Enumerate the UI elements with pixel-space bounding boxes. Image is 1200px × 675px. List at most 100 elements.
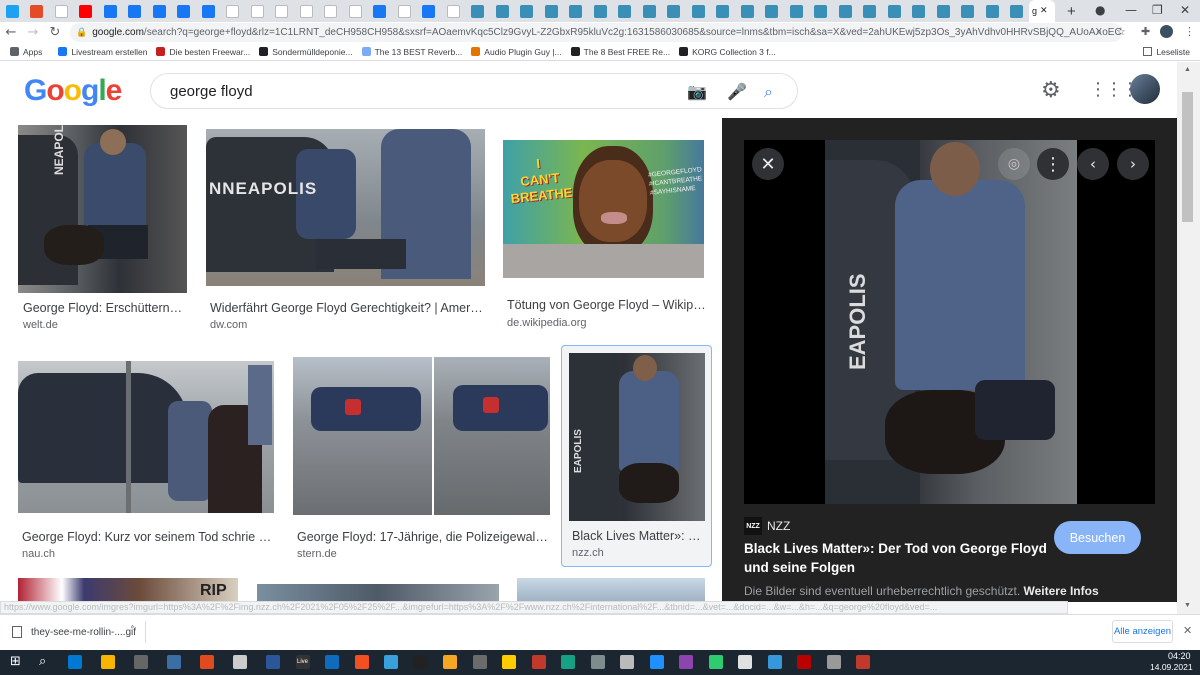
result-thumbnail[interactable]	[293, 357, 550, 515]
browser-tab[interactable]	[392, 0, 417, 22]
maximize-icon[interactable]: ❐	[1152, 3, 1163, 17]
browser-tab[interactable]	[564, 0, 589, 22]
result-thumbnail[interactable]	[18, 361, 274, 513]
more-options-icon[interactable]: ⋮	[1037, 148, 1069, 180]
preview-title[interactable]: Black Lives Matter»: Der Tod von George …	[744, 539, 1054, 577]
browser-tab[interactable]	[196, 0, 221, 22]
star-bookmark-icon[interactable]: ☆	[1116, 25, 1126, 38]
lens-search-icon[interactable]: ◎	[998, 148, 1030, 180]
clock[interactable]: 04:20	[1168, 651, 1191, 662]
browser-tab[interactable]	[441, 0, 466, 22]
bookmark-item[interactable]: The 13 BEST Reverb...	[361, 47, 462, 57]
result-card[interactable]: George Floyd: Kurz vor seinem Tod schrie…	[18, 361, 278, 561]
browser-tab[interactable]	[417, 0, 442, 22]
app-icon[interactable]	[502, 655, 516, 669]
browser-tab[interactable]	[760, 0, 785, 22]
browser-tab[interactable]	[49, 0, 74, 22]
result-card[interactable]	[257, 584, 499, 602]
app-icon[interactable]	[531, 655, 546, 669]
bookmark-item[interactable]: The 8 Best FREE Re...	[570, 47, 670, 57]
mail-icon[interactable]	[167, 655, 181, 669]
browser-tab[interactable]	[172, 0, 197, 22]
menu-dots-icon[interactable]: ⋮	[1184, 25, 1195, 38]
result-card[interactable]: George Floyd: 17-Jährige, die Polizeigew…	[293, 357, 553, 561]
chrome-icon[interactable]	[200, 655, 214, 669]
scrollbar-thumb[interactable]	[1182, 92, 1193, 222]
browser-tab[interactable]	[123, 0, 148, 22]
app-icon[interactable]	[679, 655, 693, 669]
browser-tab[interactable]	[686, 0, 711, 22]
app-icon[interactable]	[738, 655, 752, 669]
page-scrollbar[interactable]: ▲ ▼	[1177, 62, 1200, 614]
browser-tab[interactable]	[294, 0, 319, 22]
google-logo[interactable]: Google	[24, 74, 122, 108]
browser-tab[interactable]	[221, 0, 246, 22]
browser-tab[interactable]	[588, 0, 613, 22]
search-icon[interactable]: ⌕	[764, 82, 773, 102]
browser-tab[interactable]	[980, 0, 1005, 22]
browser-tab[interactable]	[25, 0, 50, 22]
camera-icon[interactable]: 📷	[687, 82, 707, 101]
show-all-downloads-button[interactable]: Alle anzeigen	[1112, 620, 1173, 643]
browser-tab[interactable]	[931, 0, 956, 22]
browser-tab[interactable]	[613, 0, 638, 22]
browser-tab[interactable]	[833, 0, 858, 22]
close-tab-icon[interactable]: ✕	[1040, 6, 1048, 16]
download-filename[interactable]: they-see-me-rollin-....gif	[31, 627, 136, 638]
app-icon[interactable]	[266, 655, 280, 669]
app-icon[interactable]	[767, 655, 782, 669]
reading-list[interactable]: Leseliste	[1143, 47, 1190, 57]
scroll-up-icon[interactable]: ▲	[1184, 66, 1191, 73]
browser-tab[interactable]	[319, 0, 344, 22]
app-icon[interactable]	[325, 655, 339, 669]
edge-icon[interactable]	[68, 655, 82, 669]
browser-tab[interactable]	[539, 0, 564, 22]
bookmark-item[interactable]: Livestream erstellen	[58, 47, 147, 57]
result-thumbnail[interactable]	[517, 578, 705, 602]
browser-tab[interactable]	[490, 0, 515, 22]
browser-tab[interactable]	[662, 0, 687, 22]
app-icon[interactable]	[826, 655, 841, 669]
app-icon[interactable]	[443, 655, 457, 669]
result-thumbnail[interactable]: EAPOLIS	[569, 353, 705, 521]
back-icon[interactable]: ←	[0, 25, 22, 40]
zoom-icon[interactable]: ⌕	[1096, 25, 1102, 39]
extensions-icon[interactable]: ✚	[1141, 25, 1150, 38]
browser-tab[interactable]	[956, 0, 981, 22]
result-card-selected[interactable]: EAPOLIS Black Lives Matter»: De... nzz.c…	[561, 345, 712, 567]
forward-icon[interactable]: →	[22, 25, 44, 40]
browser-tab[interactable]	[466, 0, 491, 22]
address-bar[interactable]: 🔒 google.com/search?q=george+floyd&rlz=1…	[70, 23, 1122, 42]
chevron-up-icon[interactable]: ˄	[130, 625, 135, 636]
result-card[interactable]	[517, 578, 705, 602]
app-icon[interactable]	[797, 655, 811, 669]
windows-start-icon[interactable]: ⊞	[10, 655, 24, 669]
browser-tab[interactable]	[858, 0, 883, 22]
browser-tab[interactable]	[368, 0, 393, 22]
browser-tab[interactable]	[637, 0, 662, 22]
browser-tab[interactable]	[515, 0, 540, 22]
account-avatar[interactable]	[1130, 74, 1160, 104]
browser-tab[interactable]	[147, 0, 172, 22]
browser-tab[interactable]	[270, 0, 295, 22]
browser-tab[interactable]	[711, 0, 736, 22]
result-card[interactable]: NNEAPOLIS Widerfährt George Floyd Gerech…	[206, 129, 491, 339]
close-preview-icon[interactable]: ✕	[752, 148, 784, 180]
result-card[interactable]: I CAN'T BREATHE #GEORGEFLOYD #ICANTBREATHE #…	[503, 140, 708, 335]
previous-icon[interactable]: ‹	[1077, 148, 1109, 180]
app-icon[interactable]	[384, 655, 398, 669]
close-downloads-icon[interactable]: ✕	[1183, 624, 1192, 637]
browser-tab[interactable]	[245, 0, 270, 22]
close-window-icon[interactable]: ✕	[1180, 3, 1190, 17]
browser-tab[interactable]	[882, 0, 907, 22]
microphone-icon[interactable]: 🎤	[727, 82, 747, 101]
result-thumbnail[interactable]: I CAN'T BREATHE #GEORGEFLOYD #ICANTBREATHE #…	[503, 140, 704, 278]
result-thumbnail[interactable]: NNEAPOLIS	[206, 129, 485, 286]
browser-tab[interactable]	[343, 0, 368, 22]
app-icon[interactable]	[413, 655, 428, 669]
minimize-icon[interactable]: —	[1125, 3, 1137, 17]
settings-gear-icon[interactable]: ⚙	[1041, 78, 1061, 103]
scroll-down-icon[interactable]: ▼	[1184, 602, 1191, 609]
browser-tab[interactable]	[74, 0, 99, 22]
bookmark-item[interactable]: KORG Collection 3 f...	[679, 47, 776, 57]
